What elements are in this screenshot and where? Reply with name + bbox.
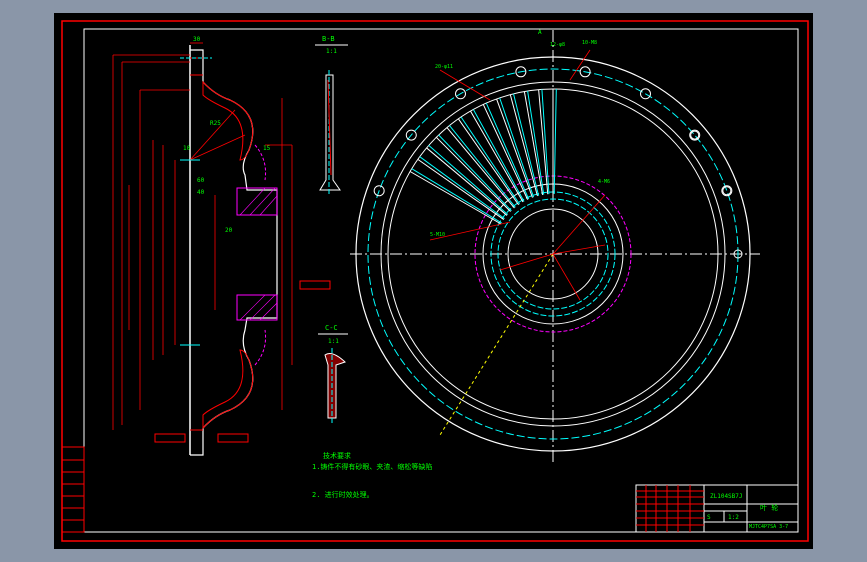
material: ZL104SB7J bbox=[710, 493, 743, 500]
section-cc-view: C-C 1:1 bbox=[318, 324, 348, 425]
technical-requirements: 技术要求 1.铸件不得有砂眼、夹渣、缩松等缺陷 2. 进行时效处理。 bbox=[312, 451, 432, 499]
section-cc-scale: 1:1 bbox=[328, 338, 339, 345]
section-bb-view: B-B 1:1 bbox=[315, 35, 348, 195]
label-holes-1: 20-φ11 bbox=[435, 64, 453, 70]
sheet: S bbox=[707, 514, 711, 521]
tech-req-title: 技术要求 bbox=[323, 451, 351, 460]
blade-line bbox=[472, 109, 525, 202]
tech-req-item-2: 2. 进行时效处理。 bbox=[312, 490, 374, 499]
dim-40: 40 bbox=[197, 189, 205, 196]
dim-r25: R25 bbox=[210, 120, 221, 127]
bolt-hole bbox=[722, 186, 732, 196]
label-holes-3: 10-M8 bbox=[582, 40, 597, 46]
section-cc-label: C-C bbox=[325, 324, 338, 332]
section-bb-label: B-B bbox=[322, 35, 335, 43]
dim-15: 15 bbox=[263, 145, 271, 152]
bolt-hole bbox=[690, 130, 700, 140]
left-revision-block bbox=[61, 446, 85, 533]
scale: 1:2 bbox=[728, 514, 739, 521]
dim-60: 60 bbox=[197, 177, 205, 184]
part-name: 叶 轮 bbox=[760, 503, 778, 512]
label-holes-5: 5-M10 bbox=[430, 232, 445, 238]
drawing-number: MJTC4P7SA 3-7 bbox=[749, 524, 788, 530]
title-block: ZL104SB7J 叶 轮 MJTC4P7SA 3-7 1:2 S bbox=[635, 484, 799, 533]
view-arrow-a: A bbox=[538, 29, 542, 36]
cad-drawing-viewport[interactable]: 30 15 60 40 R25 20 10 B-B 1:1 C-C 1:1 A … bbox=[54, 13, 813, 549]
front-view: A 20-φ11 12-φ8 10-M8 4-M6 5-M10 bbox=[350, 29, 760, 465]
tech-req-item-1: 1.铸件不得有砂眼、夹渣、缩松等缺陷 bbox=[312, 462, 432, 471]
main-section-view: 30 15 60 40 R25 20 10 bbox=[112, 36, 331, 456]
inner-frame bbox=[83, 28, 799, 533]
section-bb-scale: 1:1 bbox=[326, 48, 337, 55]
label-holes-2: 12-φ8 bbox=[550, 42, 565, 48]
drawing-canvas: 30 15 60 40 R25 20 10 B-B 1:1 C-C 1:1 A … bbox=[61, 20, 809, 542]
blade-line bbox=[553, 89, 557, 195]
dim-30: 30 bbox=[193, 36, 201, 43]
blade-line bbox=[485, 102, 530, 200]
dim-10: 10 bbox=[183, 145, 191, 152]
outer-frame bbox=[61, 20, 809, 542]
label-holes-4: 4-M6 bbox=[598, 179, 610, 185]
dim-20: 20 bbox=[225, 227, 233, 234]
blade-line bbox=[409, 171, 502, 225]
